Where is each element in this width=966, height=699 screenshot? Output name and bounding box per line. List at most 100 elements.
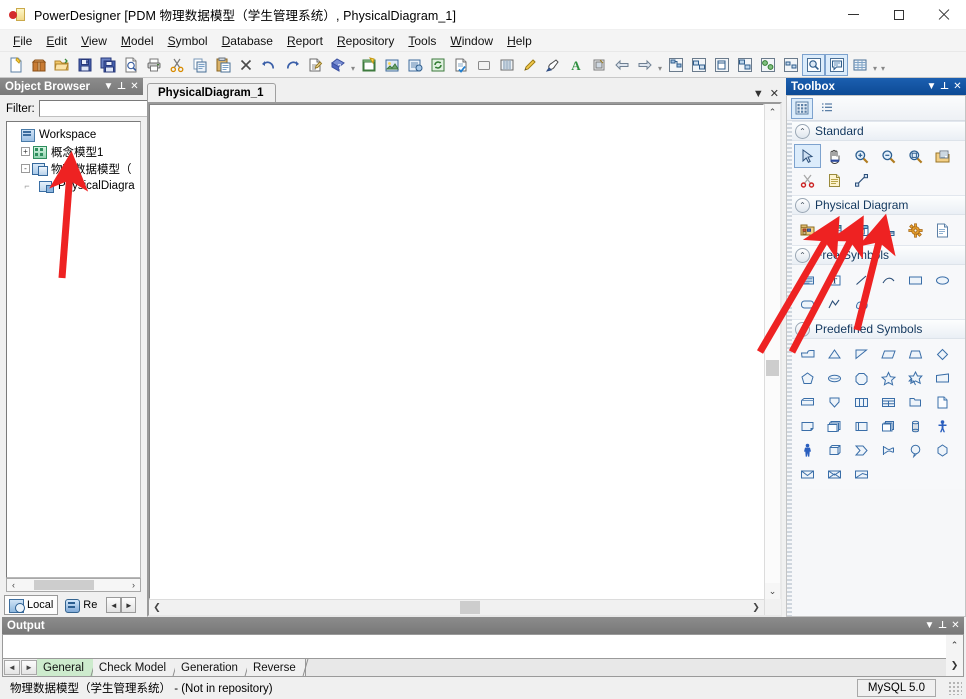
menu-report[interactable]: Report bbox=[280, 32, 330, 50]
output-toggle-icon[interactable] bbox=[825, 54, 848, 76]
delete-icon[interactable] bbox=[234, 54, 257, 76]
menu-database[interactable]: Database bbox=[215, 32, 280, 50]
open-package-icon[interactable] bbox=[929, 144, 956, 168]
result-list-icon[interactable] bbox=[848, 54, 871, 76]
browser-close-icon[interactable]: ✕ bbox=[128, 79, 141, 94]
shape-oval-icon[interactable] bbox=[821, 366, 848, 390]
shape-cube-icon[interactable] bbox=[794, 390, 821, 414]
menu-view[interactable]: View bbox=[74, 32, 114, 50]
chevron-up-icon[interactable]: ⌃ bbox=[795, 198, 810, 213]
menu-repository[interactable]: Repository bbox=[330, 32, 401, 50]
output-scroll-up-icon[interactable]: ⌃ bbox=[946, 635, 963, 656]
shape-openmail-icon[interactable] bbox=[821, 462, 848, 486]
expander-minus[interactable]: - bbox=[21, 164, 30, 173]
canvas-scroll-down-icon[interactable]: ⌄ bbox=[765, 583, 780, 599]
output-close-icon[interactable]: ✕ bbox=[949, 618, 962, 633]
paste-icon[interactable] bbox=[211, 54, 234, 76]
scroll-right-icon[interactable]: › bbox=[127, 579, 140, 591]
expander-plus[interactable]: + bbox=[21, 147, 30, 156]
output-tab-general[interactable]: General bbox=[37, 659, 93, 676]
shape-table-icon[interactable] bbox=[875, 390, 902, 414]
shape-stack-icon[interactable] bbox=[821, 414, 848, 438]
output-pin-icon[interactable]: ⊥ bbox=[936, 618, 949, 633]
new-document-icon[interactable] bbox=[4, 54, 27, 76]
list-view-icon[interactable] bbox=[816, 98, 838, 119]
link-icon[interactable] bbox=[848, 168, 875, 192]
format-painter-icon[interactable] bbox=[541, 54, 564, 76]
new-diagram-icon[interactable] bbox=[357, 54, 380, 76]
canvas-vertical-scrollbar[interactable]: ⌃ ⌄ bbox=[764, 104, 780, 615]
browser-tab-repository[interactable]: Re bbox=[60, 595, 102, 615]
canvas-hscroll-track[interactable] bbox=[165, 600, 748, 615]
output-dropdown-icon[interactable]: ▼ bbox=[923, 618, 936, 633]
shape-columns-icon[interactable] bbox=[848, 390, 875, 414]
tree-node-physical-diagram[interactable]: ⌐ PhysicalDiagra bbox=[9, 177, 140, 194]
save-icon[interactable] bbox=[73, 54, 96, 76]
pencil-icon[interactable] bbox=[518, 54, 541, 76]
table-icon[interactable] bbox=[821, 218, 848, 242]
symbol-format-icon[interactable] bbox=[472, 54, 495, 76]
shape-triangle-icon[interactable] bbox=[821, 342, 848, 366]
chevron-up-icon[interactable]: ⌃ bbox=[795, 124, 810, 139]
free-note-icon[interactable] bbox=[794, 268, 821, 292]
scroll-track[interactable] bbox=[20, 579, 127, 591]
shape-shield-icon[interactable] bbox=[821, 390, 848, 414]
output-tab-next-button[interactable]: ► bbox=[21, 660, 37, 675]
document-tab-menu-icon[interactable]: ▼ bbox=[753, 89, 764, 100]
grid-view-icon[interactable] bbox=[791, 98, 813, 119]
browser-tree[interactable]: Workspace + 概念模型1 - 物理数据模型（ bbox=[6, 121, 141, 578]
tree-node-physical-model[interactable]: - 物理数据模型（ bbox=[9, 160, 140, 177]
resize-grip-icon[interactable] bbox=[948, 681, 962, 695]
browser-pin-icon[interactable]: ⊥ bbox=[115, 79, 128, 94]
free-ellipse-icon[interactable] bbox=[929, 268, 956, 292]
browser-toggle-icon[interactable] bbox=[802, 54, 825, 76]
toolbox-section-physical-diagram[interactable]: ⌃ Physical Diagram bbox=[792, 195, 965, 215]
diagram-image-icon[interactable] bbox=[380, 54, 403, 76]
zoom-area-icon[interactable] bbox=[902, 144, 929, 168]
undo-icon[interactable] bbox=[257, 54, 280, 76]
shape-folder-icon[interactable] bbox=[902, 390, 929, 414]
free-polyline-icon[interactable] bbox=[821, 292, 848, 316]
help-icon[interactable]: ? bbox=[326, 54, 349, 76]
shape-person-icon[interactable] bbox=[794, 438, 821, 462]
toolbox-scroll-area[interactable]: ⌃ Standard bbox=[787, 121, 965, 616]
toolbox-section-predefined-symbols[interactable]: ⌃ Predefined Symbols bbox=[792, 319, 965, 339]
new-package-icon[interactable] bbox=[27, 54, 50, 76]
menu-file[interactable]: File bbox=[6, 32, 39, 50]
shape-parallelogram-icon[interactable] bbox=[875, 342, 902, 366]
free-text-icon[interactable]: T bbox=[821, 268, 848, 292]
output-tab-reverse[interactable]: Reverse bbox=[247, 659, 305, 676]
shape-balloon-icon[interactable] bbox=[902, 438, 929, 462]
check-model-icon[interactable] bbox=[449, 54, 472, 76]
output-scroll-right-icon[interactable]: ❯ bbox=[946, 656, 963, 677]
scroll-thumb[interactable] bbox=[34, 580, 94, 590]
next-icon[interactable] bbox=[633, 54, 656, 76]
canvas-scroll-up-icon[interactable]: ⌃ bbox=[765, 104, 780, 120]
tree-node-workspace[interactable]: Workspace bbox=[9, 126, 140, 143]
shape-flag-icon[interactable] bbox=[875, 438, 902, 462]
font-icon[interactable]: A bbox=[564, 54, 587, 76]
bpm-icon[interactable] bbox=[756, 54, 779, 76]
shape-star5-icon[interactable] bbox=[875, 366, 902, 390]
shape-pentagon-icon[interactable] bbox=[794, 366, 821, 390]
refresh-icon[interactable] bbox=[426, 54, 449, 76]
toolbox-close-icon[interactable]: ✕ bbox=[951, 79, 964, 94]
conceptual-model-icon[interactable] bbox=[664, 54, 687, 76]
tab-physicaldiagram-1[interactable]: PhysicalDiagram_1 bbox=[147, 83, 276, 102]
shape-card-icon[interactable] bbox=[848, 462, 875, 486]
chevron-up-icon[interactable]: ⌃ bbox=[795, 322, 810, 337]
properties-icon[interactable] bbox=[303, 54, 326, 76]
print-icon[interactable] bbox=[142, 54, 165, 76]
shape-octagon-icon[interactable] bbox=[848, 366, 875, 390]
shape-trapezoid-icon[interactable] bbox=[902, 342, 929, 366]
output-text-area[interactable] bbox=[2, 634, 946, 659]
shape-hexagon-icon[interactable] bbox=[929, 438, 956, 462]
shape-actor-icon[interactable] bbox=[929, 414, 956, 438]
model-options-icon[interactable] bbox=[403, 54, 426, 76]
output-right-scroll[interactable]: ⌃ ❯ bbox=[946, 634, 964, 677]
open-folder-icon[interactable] bbox=[50, 54, 73, 76]
shape-diamond-icon[interactable] bbox=[929, 342, 956, 366]
browser-tab-local[interactable]: Local bbox=[4, 595, 58, 615]
procedure-icon[interactable] bbox=[902, 218, 929, 242]
view-icon[interactable] bbox=[848, 218, 875, 242]
